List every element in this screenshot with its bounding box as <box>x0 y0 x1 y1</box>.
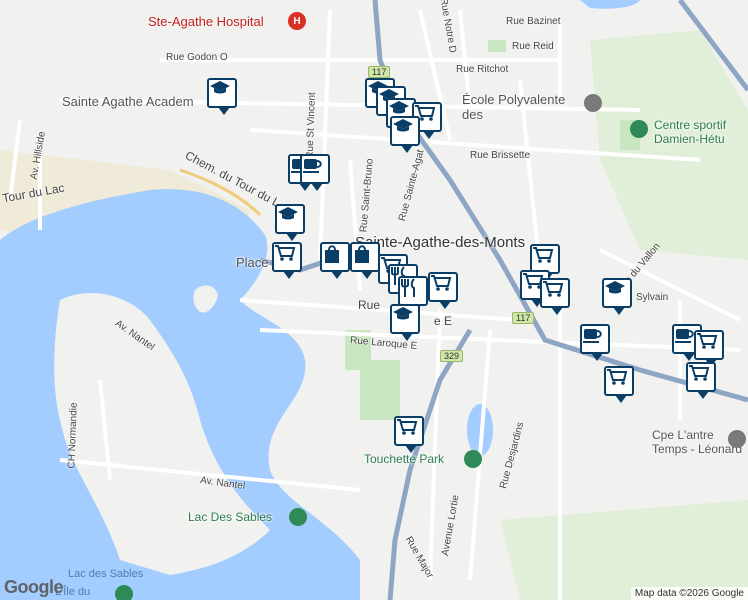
lake-poi-icon <box>289 508 307 526</box>
school-poi-icon <box>584 94 602 112</box>
place-label[interactable]: Place <box>236 255 269 270</box>
school-marker[interactable] <box>207 78 237 115</box>
cafe-marker[interactable] <box>300 154 330 191</box>
map-attribution[interactable]: Map data ©2026 Google <box>630 587 748 600</box>
ile-poi-icon <box>115 585 133 600</box>
street-sylvain: Sylvain <box>636 292 669 303</box>
google-logo: Google <box>4 577 64 597</box>
street-bazinet: Rue Bazinet <box>506 16 561 27</box>
academy-label[interactable]: Sainte Agathe Academ <box>62 94 194 109</box>
restaurant-marker[interactable] <box>398 276 428 313</box>
grocery-cart-marker[interactable] <box>394 416 424 453</box>
sports-label[interactable]: Centre sportif Damien-Hétu <box>654 118 744 146</box>
grocery-cart-marker[interactable] <box>272 242 302 279</box>
grocery-cart-marker[interactable] <box>540 278 570 315</box>
street-rue: Rue <box>358 298 381 312</box>
grocery-cart-marker[interactable] <box>694 330 724 367</box>
school-marker[interactable] <box>602 278 632 315</box>
grocery-cart-marker[interactable] <box>604 366 634 403</box>
school-marker[interactable] <box>275 204 305 241</box>
shopping-bag-marker[interactable] <box>350 242 380 279</box>
hospital-label[interactable]: Ste-Agathe Hospital <box>148 14 264 29</box>
cpe-poi-icon <box>728 430 746 448</box>
route-329-shield: 329 <box>440 350 464 362</box>
street-normandie: CH Normandie <box>66 402 80 469</box>
street-godon: Rue Godon O <box>166 52 228 63</box>
street-reid: Rue Reid <box>512 41 554 52</box>
grocery-cart-marker[interactable] <box>686 362 716 399</box>
street-brissette: Rue Brissette <box>470 150 531 161</box>
grocery-cart-marker[interactable] <box>428 272 458 309</box>
route-117-shield-2: 117 <box>512 312 535 324</box>
cafe-marker[interactable] <box>580 324 610 361</box>
park-label[interactable]: Touchette Park <box>364 452 444 466</box>
street-rue-e: e E <box>434 314 453 328</box>
street-ritchot: Rue Ritchot <box>456 64 509 75</box>
lake-water-label: Lac des Sables <box>68 568 144 580</box>
hospital-icon[interactable]: H <box>288 12 306 30</box>
street-st-vincent: Rue St Vincent <box>304 92 318 159</box>
school-label[interactable]: École Polyvalente des <box>462 92 582 122</box>
town-label[interactable]: Sainte-Agathe-des-Monts <box>355 234 525 251</box>
park-poi-icon <box>464 450 482 468</box>
map-canvas[interactable]: Ste-Agathe Hospital H Sainte Agathe Acad… <box>0 0 748 600</box>
school-marker[interactable] <box>390 116 420 153</box>
sports-poi-icon <box>630 120 648 138</box>
route-117-shield: 117 <box>368 66 391 78</box>
school-marker[interactable] <box>390 304 420 341</box>
lake-label[interactable]: Lac Des Sables <box>188 510 272 524</box>
shopping-bag-marker[interactable] <box>320 242 350 279</box>
